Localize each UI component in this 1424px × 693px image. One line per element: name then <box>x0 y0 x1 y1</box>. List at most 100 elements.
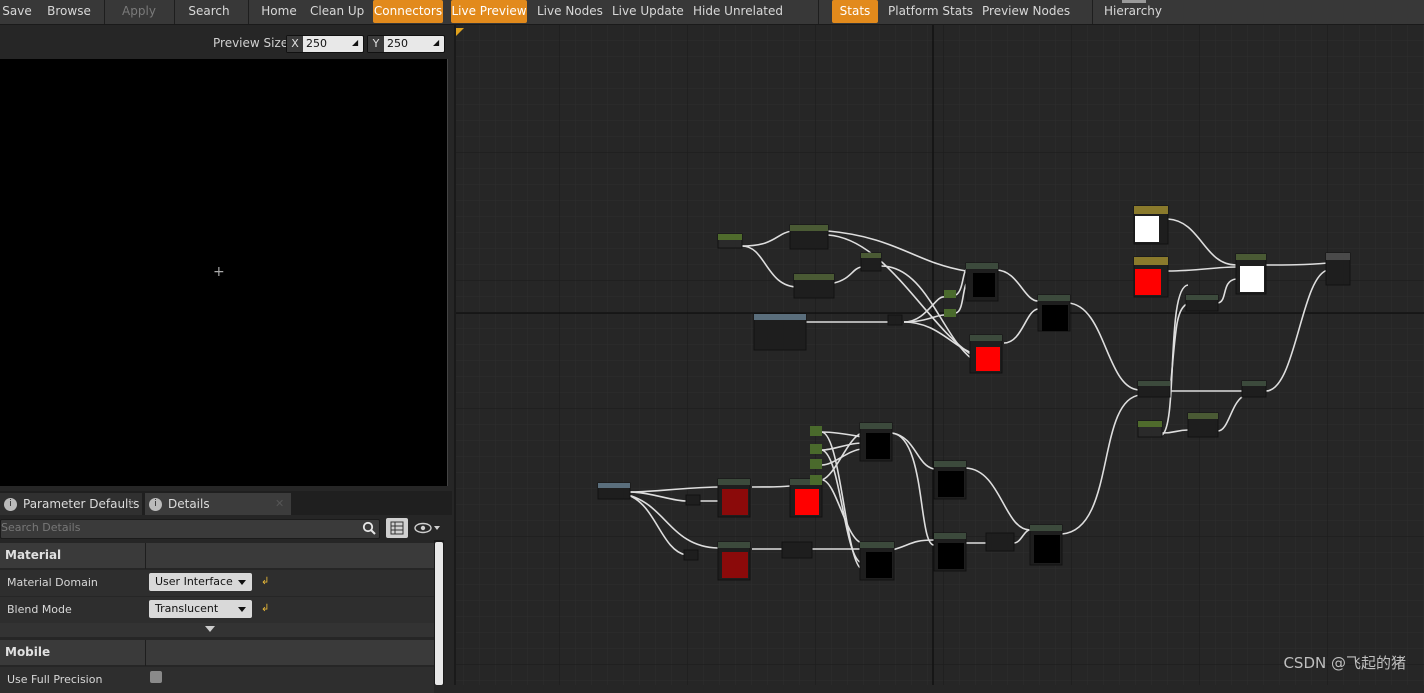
node-preview <box>1042 305 1068 331</box>
combo-value: User Interface <box>155 575 233 588</box>
preview-nodes-button[interactable]: Preview Nodes <box>982 0 1070 23</box>
toolbar-separator <box>818 0 819 24</box>
live-update-button[interactable]: Live Update <box>612 0 684 23</box>
browse-button[interactable]: Browse <box>46 0 92 23</box>
search-placeholder: Search Details <box>1 521 81 534</box>
mask-node[interactable] <box>685 494 701 506</box>
tab-label: Details <box>168 497 210 511</box>
preview-viewport[interactable]: + <box>0 59 448 486</box>
hide-unrelated-button[interactable]: Hide Unrelated <box>693 0 783 23</box>
section-mobile[interactable]: Mobile <box>0 640 434 665</box>
close-icon[interactable]: ✕ <box>275 493 284 515</box>
y-value[interactable]: 250 <box>387 36 408 52</box>
const-node[interactable] <box>944 309 956 317</box>
tab-parameter-defaults[interactable]: i Parameter Defaults ✕ <box>0 493 142 515</box>
material-graph[interactable] <box>454 25 1424 685</box>
section-title: Material <box>5 548 62 562</box>
toolbar-separator <box>1092 0 1093 24</box>
reset-to-default-icon[interactable]: ↲ <box>261 576 269 587</box>
node-header <box>861 253 881 258</box>
node-header <box>718 542 750 548</box>
tab-label: Parameter Defaults <box>23 497 140 511</box>
material-domain-combo[interactable]: User Interface <box>149 573 252 591</box>
use-full-precision-checkbox[interactable] <box>150 671 162 683</box>
platform-stats-button[interactable]: Platform Stats <box>888 0 973 23</box>
blend-mode-combo[interactable]: Translucent <box>149 600 252 618</box>
save-button[interactable]: Save <box>0 0 34 23</box>
live-nodes-button[interactable]: Live Nodes <box>537 0 603 23</box>
const-node[interactable] <box>810 444 822 454</box>
node-header <box>1134 257 1168 265</box>
search-icon[interactable] <box>362 521 376 535</box>
stats-button[interactable]: Stats <box>832 0 878 23</box>
search-button[interactable]: Search <box>186 0 232 23</box>
chevron-down-icon <box>205 626 215 632</box>
multiply-node[interactable] <box>985 532 1015 552</box>
clean-up-button[interactable]: Clean Up <box>310 0 364 23</box>
const-node[interactable] <box>810 426 822 436</box>
details-search-input[interactable]: Search Details <box>0 519 380 539</box>
mask-node[interactable] <box>887 314 903 326</box>
live-preview-button[interactable]: Live Preview <box>451 0 527 23</box>
const-node[interactable] <box>944 290 956 298</box>
node-header <box>794 274 834 280</box>
row-label: Blend Mode <box>7 603 72 616</box>
node-preview <box>1034 535 1060 563</box>
preview-size-y-field[interactable]: Y 250 ◢ <box>367 35 445 53</box>
spin-arrows-icon[interactable]: ◢ <box>433 39 441 47</box>
spin-arrows-icon[interactable]: ◢ <box>352 39 360 47</box>
y-axis-label: Y <box>368 36 384 52</box>
graph-canvas[interactable] <box>456 25 1424 685</box>
node-header <box>718 234 742 240</box>
node-header <box>1186 295 1218 300</box>
details-scrollbar[interactable] <box>434 540 444 685</box>
row-label: Use Full Precision <box>7 673 103 686</box>
tab-details[interactable]: i Details ✕ <box>145 493 291 515</box>
node-header <box>1326 253 1350 260</box>
x-value[interactable]: 250 <box>306 36 327 52</box>
multiply-node[interactable] <box>781 541 813 559</box>
node-header <box>1138 381 1170 386</box>
hierarchy-button[interactable]: Hierarchy <box>1104 0 1162 23</box>
node-header <box>1242 381 1266 386</box>
combo-value: Translucent <box>155 602 219 615</box>
node-header <box>934 533 966 539</box>
view-options-button[interactable] <box>413 521 443 535</box>
node-preview <box>938 471 964 497</box>
preview-size-bar: Preview Size X 250 ◢ Y 250 ◢ <box>0 33 452 55</box>
const-node[interactable] <box>810 459 822 469</box>
reset-to-default-icon[interactable]: ↲ <box>261 603 269 614</box>
apply-button[interactable]: Apply <box>118 0 160 23</box>
toolbar-separator <box>104 0 105 24</box>
node-preview-white <box>1135 216 1159 242</box>
chevron-down-icon <box>238 607 246 612</box>
eye-icon <box>414 522 440 534</box>
toolbar: Save Browse Apply Search Home Clean Up C… <box>0 0 1424 25</box>
section-material[interactable]: Material <box>0 543 434 568</box>
const-node[interactable] <box>810 475 822 485</box>
preview-size-label: Preview Size <box>213 36 289 50</box>
scrollbar-thumb[interactable] <box>435 542 443 685</box>
row-use-full-precision: Use Full Precision <box>0 666 434 693</box>
connectors-button[interactable]: Connectors <box>373 0 443 23</box>
x-axis-label: X <box>287 36 303 52</box>
property-matrix-button[interactable] <box>386 518 408 538</box>
mask-node[interactable] <box>683 549 699 561</box>
toolbar-separator <box>248 0 249 24</box>
node-header <box>1188 413 1218 419</box>
node-preview <box>973 273 995 297</box>
info-icon: i <box>149 498 162 511</box>
node-preview-dark-red <box>722 552 748 578</box>
node-preview-white <box>1240 266 1264 292</box>
home-button[interactable]: Home <box>260 0 298 23</box>
close-icon[interactable]: ✕ <box>128 493 137 515</box>
node-header <box>860 542 894 548</box>
node-header <box>1236 254 1266 260</box>
node-header <box>1138 421 1162 427</box>
node-header <box>1030 525 1062 531</box>
preview-size-x-field[interactable]: X 250 ◢ <box>286 35 364 53</box>
watermark: CSDN @飞起的猪 <box>1283 654 1406 672</box>
node-preview <box>938 543 964 569</box>
advanced-expander[interactable] <box>0 623 434 637</box>
node-header <box>966 263 998 269</box>
